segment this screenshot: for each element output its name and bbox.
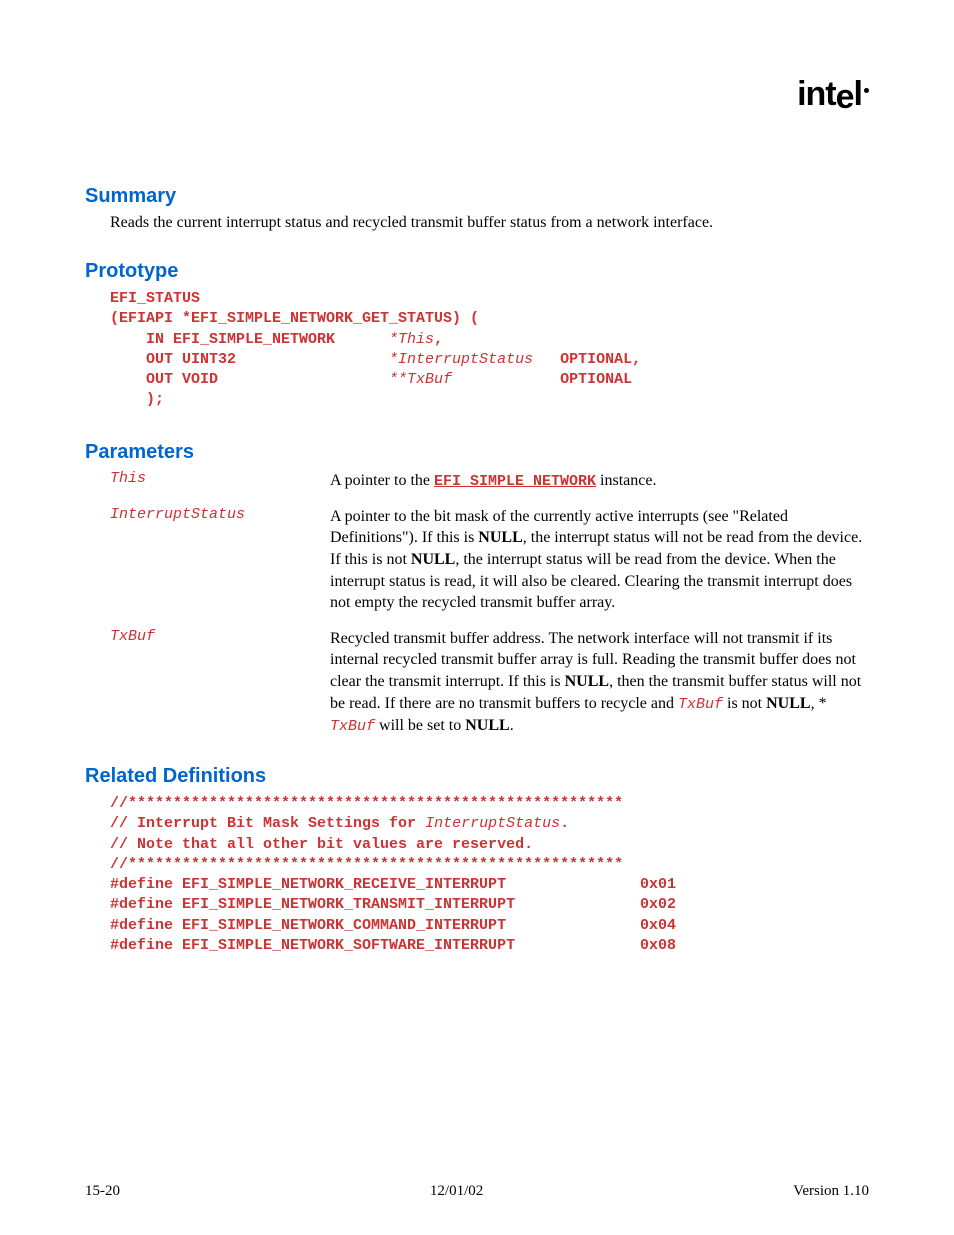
param-desc: Recycled transmit buffer address. The ne… xyxy=(330,628,869,737)
param-row: InterruptStatus A pointer to the bit mas… xyxy=(110,506,869,614)
prototype-heading: Prototype xyxy=(85,260,869,283)
footer-page: 15-20 xyxy=(85,1183,120,1200)
prototype-code: EFI_STATUS (EFIAPI *EFI_SIMPLE_NETWORK_G… xyxy=(110,289,869,411)
param-name: InterruptStatus xyxy=(110,506,330,523)
param-name: TxBuf xyxy=(110,628,330,645)
param-desc: A pointer to the bit mask of the current… xyxy=(330,506,869,614)
param-row: TxBuf Recycled transmit buffer address. … xyxy=(110,628,869,737)
param-row: This A pointer to the EFI_SIMPLE_NETWORK… xyxy=(110,470,869,492)
footer: 15-20 12/01/02 Version 1.10 xyxy=(85,1183,869,1200)
footer-version: Version 1.10 xyxy=(793,1183,869,1200)
parameters-table: This A pointer to the EFI_SIMPLE_NETWORK… xyxy=(110,470,869,738)
related-heading: Related Definitions xyxy=(85,765,869,788)
param-name: This xyxy=(110,470,330,487)
summary-text: Reads the current interrupt status and r… xyxy=(110,214,869,232)
summary-heading: Summary xyxy=(85,185,869,208)
definitions-code: //**************************************… xyxy=(110,794,869,956)
intel-logo: intel xyxy=(797,75,869,114)
param-desc: A pointer to the EFI_SIMPLE_NETWORK inst… xyxy=(330,470,869,492)
footer-date: 12/01/02 xyxy=(430,1183,483,1200)
parameters-heading: Parameters xyxy=(85,441,869,464)
